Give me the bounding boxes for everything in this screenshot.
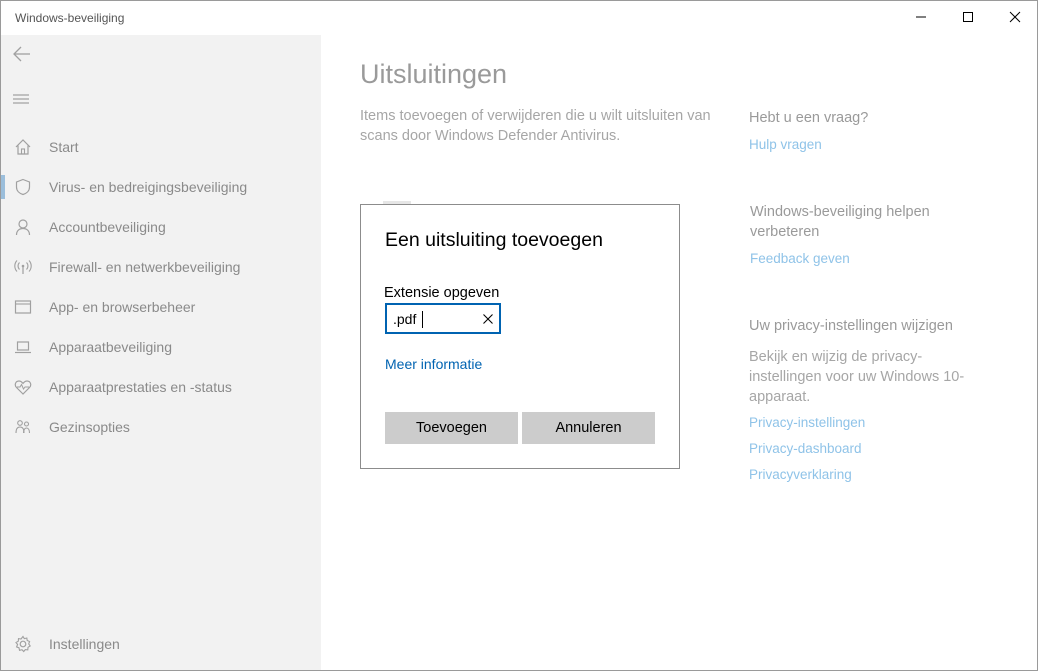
feedback-link[interactable]: Feedback geven [750,246,970,272]
help-link[interactable]: Hulp vragen [749,132,1009,158]
antenna-icon [13,257,33,277]
sidebar-item-firewall[interactable]: Firewall- en netwerkbeveiliging [1,247,321,287]
laptop-icon [13,337,33,357]
add-exclusion-dialog: Een uitsluiting toevoegen Extensie opgev… [360,204,680,469]
shield-icon [13,177,33,197]
close-button[interactable] [992,1,1037,33]
add-button[interactable]: Toevoegen [385,412,518,444]
window-title: Windows-beveiliging [15,11,125,25]
page-description: Items toevoegen of verwijderen die u wil… [360,108,711,144]
dialog-title: Een uitsluiting toevoegen [385,229,603,251]
sidebar-item-settings[interactable]: Instellingen [1,624,321,664]
clear-input-button[interactable] [481,312,495,326]
maximize-button[interactable] [945,1,991,33]
help-heading: Hebt u een vraag? [749,110,869,126]
sidebar-item-app-browser[interactable]: App- en browserbeheer [1,287,321,327]
menu-button[interactable] [11,89,33,111]
privacy-statement-link[interactable]: Privacyverklaring [749,462,989,488]
sidebar-item-device-performance[interactable]: Apparaatprestaties en -status [1,367,321,407]
help-section: Hebt u een vraag? Hulp vragen [749,108,1009,158]
sidebar-item-device-security[interactable]: Apparaatbeveiliging [1,327,321,367]
extension-input-box[interactable] [385,303,501,334]
sidebar-item-account-protection[interactable]: Accountbeveiliging [1,207,321,247]
home-icon [13,137,33,157]
app-window: Windows-beveiliging Start Virus- en bedr… [0,0,1038,671]
sidebar-item-label: Virus- en bedreigingsbeveiliging [49,179,248,195]
back-arrow-icon [13,46,30,62]
privacy-heading: Uw privacy-instellingen wijzigen [749,318,953,334]
privacy-dashboard-link[interactable]: Privacy-dashboard [749,436,989,462]
maximize-icon [963,12,973,22]
more-info-link[interactable]: Meer informatie [385,356,482,372]
minimize-button[interactable] [898,1,944,33]
gear-icon [13,634,33,654]
sidebar-item-label: Apparaatbeveiliging [49,339,172,355]
sidebar-item-start[interactable]: Start [1,127,321,167]
minimize-icon [916,16,926,18]
sidebar-item-label: Accountbeveiliging [49,219,166,235]
sidebar-item-label: Firewall- en netwerkbeveiliging [49,259,241,275]
privacy-section: Uw privacy-instellingen wijzigen Bekijk … [749,316,989,488]
text-caret [422,311,423,328]
sidebar-item-label: Start [49,139,79,155]
title-bar: Windows-beveiliging [1,1,1037,35]
sidebar-item-label: Apparaatprestaties en -status [49,379,232,395]
selection-indicator [1,175,5,199]
improve-section: Windows-beveiliging helpen verbeteren Fe… [750,202,970,272]
improve-heading: Windows-beveiliging helpen verbeteren [750,204,930,240]
sidebar-item-label: App- en browserbeheer [49,299,196,315]
heart-pulse-icon [13,377,33,397]
privacy-description: Bekijk en wijzig de privacy-instellingen… [749,349,965,405]
close-icon [1009,11,1021,23]
cancel-button[interactable]: Annuleren [522,412,655,444]
close-icon [483,314,493,324]
hamburger-icon [13,94,29,104]
app-window-icon [13,297,33,317]
person-icon [13,217,33,237]
sidebar-item-label: Gezinsopties [49,419,130,435]
page-title: Uitsluitingen [360,59,508,89]
extension-input[interactable] [393,310,473,328]
privacy-settings-link[interactable]: Privacy-instellingen [749,410,989,436]
back-button[interactable] [11,43,33,65]
extension-field-label: Extensie opgeven [384,285,500,301]
sidebar-item-virus-protection[interactable]: Virus- en bedreigingsbeveiliging [1,167,321,207]
family-icon [13,417,33,437]
sidebar-item-family-options[interactable]: Gezinsopties [1,407,321,447]
sidebar: Start Virus- en bedreigingsbeveiliging A… [1,35,321,670]
sidebar-item-label: Instellingen [49,636,120,652]
